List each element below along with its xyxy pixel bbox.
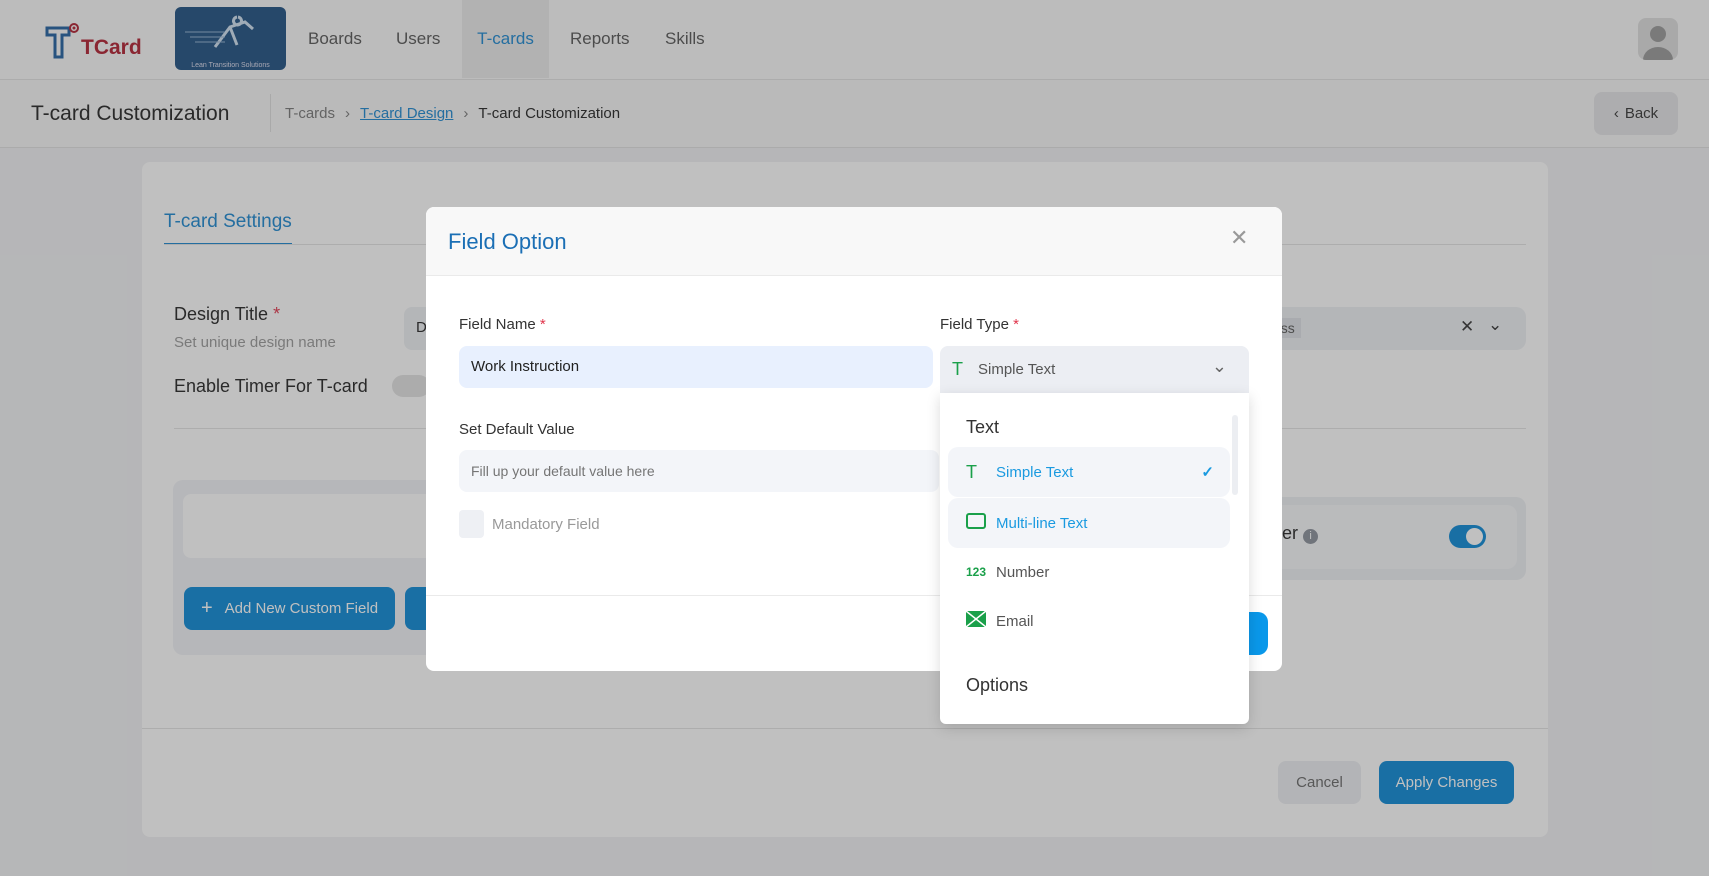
field-name-input[interactable]: Work Instruction (459, 346, 933, 388)
field-type-label: Field Type * (940, 316, 1019, 333)
dropdown-scrollbar[interactable] (1232, 415, 1238, 495)
text-type-icon: T (966, 461, 977, 482)
option-simple-text[interactable]: T Simple Text ✓ (948, 447, 1230, 497)
modal-title: Field Option (448, 229, 567, 254)
modal-header: Field Option ✕ (426, 207, 1282, 276)
default-value-label: Set Default Value (459, 421, 575, 438)
option-email[interactable]: Email (948, 596, 1230, 646)
group-options: Options (966, 675, 1029, 695)
default-value-input[interactable] (459, 450, 939, 492)
close-icon[interactable]: ✕ (1230, 225, 1248, 251)
text-type-icon: T (952, 359, 963, 379)
field-type-select[interactable]: T Simple Text ⌄ (940, 346, 1249, 393)
mandatory-checkbox[interactable] (459, 510, 484, 538)
field-name-label: Field Name * (459, 316, 546, 333)
number-icon: 123 (966, 565, 987, 579)
group-text: Text (966, 417, 1000, 437)
chevron-down-icon: ⌄ (1211, 356, 1227, 376)
envelope-icon (965, 610, 996, 631)
field-type-dropdown: Text T Simple Text ✓ Multi-line Text 123 N… (940, 393, 1249, 724)
option-multi-line-text[interactable]: Multi-line Text (948, 498, 1230, 548)
check-icon: ✓ (1201, 464, 1214, 481)
option-number[interactable]: 123 Number (948, 547, 1230, 597)
mandatory-label: Mandatory Field (492, 516, 600, 533)
textarea-icon (966, 513, 996, 533)
